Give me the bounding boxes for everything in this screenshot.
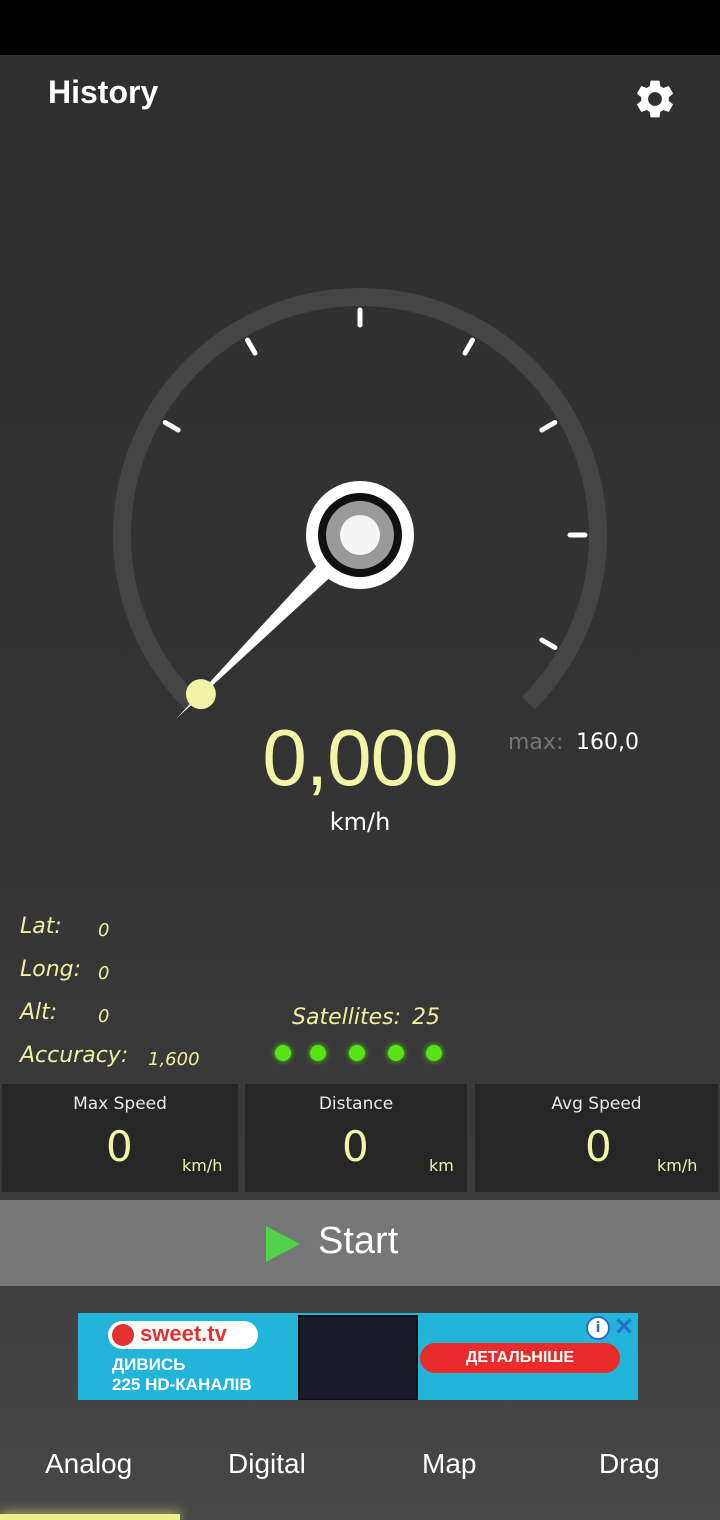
tab-drag[interactable]: Drag: [599, 1448, 660, 1480]
long-label: Long:: [20, 957, 82, 982]
hub-center: [340, 515, 380, 555]
lat-value: 0: [98, 920, 110, 941]
avg-speed-box: Avg Speed 0 km/h: [475, 1084, 718, 1192]
gear-icon[interactable]: [632, 76, 678, 122]
accuracy-value: 1,600: [148, 1049, 200, 1070]
alt-value: 0: [98, 1006, 110, 1027]
satellites-count: 25: [412, 1005, 440, 1030]
lat-label: Lat:: [20, 914, 62, 939]
needle-tip: [185, 679, 216, 710]
gauge-tick: [162, 420, 181, 433]
status-bar: [0, 0, 720, 55]
ad-subheadline: 225 HD-КАНАЛІВ: [112, 1375, 252, 1394]
ad-banner[interactable]: sweet.tv ДИВИСЬ 225 HD-КАНАЛІВ ДЕТАЛЬНІШ…: [78, 1313, 638, 1400]
distance-box: Distance 0 km: [245, 1084, 467, 1192]
max-speed-box: Max Speed 0 km/h: [2, 1084, 238, 1192]
ad-cta-button[interactable]: ДЕТАЛЬНІШЕ: [420, 1343, 620, 1373]
info-icon[interactable]: i: [586, 1316, 610, 1340]
gauge-tick: [462, 337, 475, 356]
start-label: Start: [318, 1220, 399, 1262]
current-speed: 0,000: [262, 713, 458, 802]
ad-headline: ДИВИСЬ: [112, 1355, 186, 1374]
satellite-indicator: [426, 1045, 442, 1061]
stat-title: Max Speed: [73, 1094, 167, 1114]
history-title[interactable]: History: [48, 74, 158, 111]
start-button[interactable]: Start: [0, 1200, 720, 1286]
tab-map[interactable]: Map: [422, 1448, 476, 1480]
stat-value: 0: [342, 1122, 369, 1171]
stat-value: 0: [106, 1122, 133, 1171]
close-icon[interactable]: ×: [612, 1313, 636, 1339]
satellite-indicator: [275, 1045, 291, 1061]
gauge-tick: [539, 637, 558, 650]
accuracy-label: Accuracy:: [20, 1043, 129, 1068]
gauge-tick: [539, 420, 558, 433]
satellite-indicator: [310, 1045, 326, 1061]
active-tab-indicator: [0, 1514, 180, 1520]
max-speed-label: max:: [508, 730, 564, 755]
tab-analog[interactable]: Analog: [45, 1448, 132, 1480]
tab-digital[interactable]: Digital: [228, 1448, 306, 1480]
stat-unit: km/h: [182, 1156, 223, 1175]
stat-title: Distance: [318, 1094, 394, 1114]
speed-unit: km/h: [329, 808, 391, 836]
ad-brand: sweet.tv: [140, 1321, 227, 1346]
stat-unit: km/h: [657, 1156, 698, 1175]
stat-value: 0: [585, 1122, 612, 1171]
satellite-indicator: [388, 1045, 404, 1061]
stat-unit: km: [429, 1156, 454, 1175]
ad-image: [298, 1315, 418, 1400]
ad-play-logo: [112, 1324, 134, 1346]
satellite-indicator: [349, 1045, 365, 1061]
long-value: 0: [98, 963, 110, 984]
gauge-tick: [245, 337, 258, 356]
satellites-label: Satellites:: [292, 1005, 401, 1030]
stat-title: Avg Speed: [551, 1094, 642, 1114]
alt-label: Alt:: [20, 1000, 58, 1025]
play-icon: [266, 1226, 300, 1262]
max-speed-value: 160,0: [576, 730, 639, 755]
